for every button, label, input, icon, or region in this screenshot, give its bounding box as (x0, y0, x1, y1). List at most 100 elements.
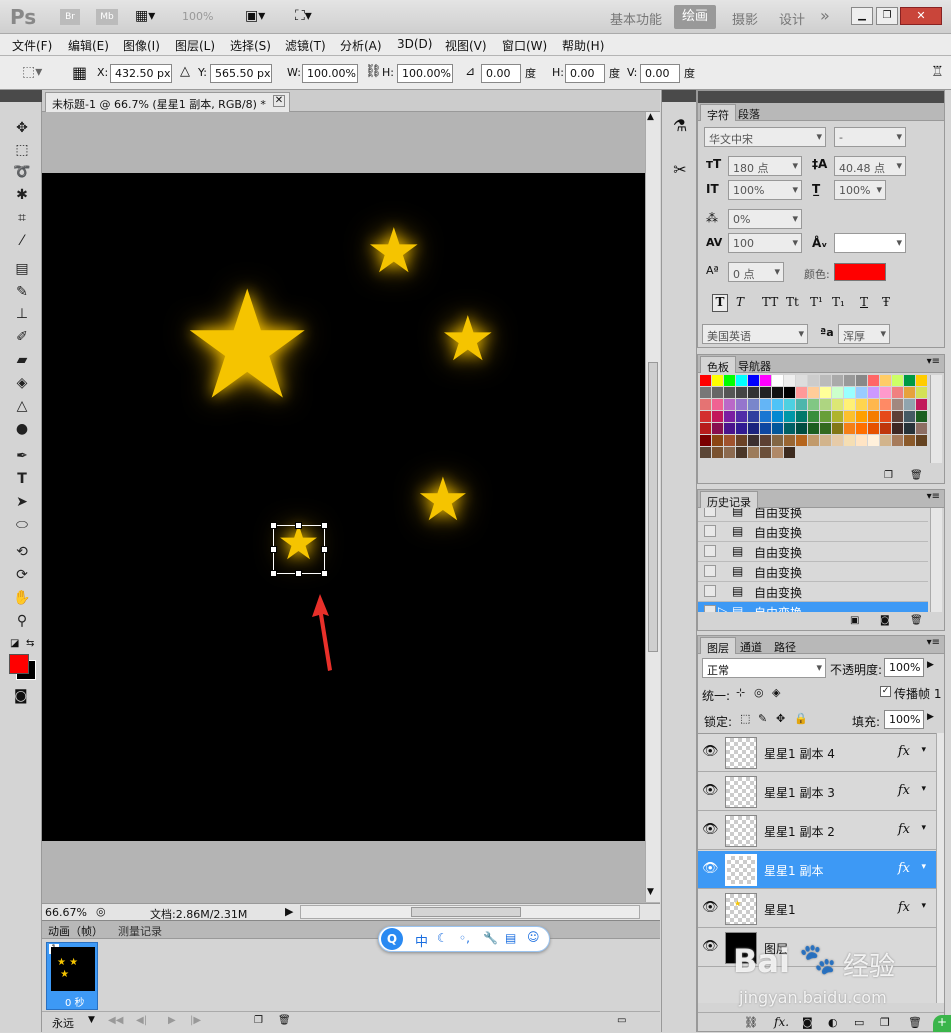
color-swatch[interactable] (868, 375, 879, 386)
color-swatch[interactable] (856, 399, 867, 410)
transform-handle[interactable] (295, 522, 302, 529)
color-swatch[interactable] (700, 435, 711, 446)
move-icon[interactable]: ✥ (10, 118, 34, 138)
color-swatch[interactable] (772, 399, 783, 410)
tab-layers[interactable]: 图层 (700, 637, 736, 655)
color-swatch[interactable] (820, 399, 831, 410)
color-swatch[interactable] (772, 447, 783, 458)
color-swatch[interactable] (724, 423, 735, 434)
color-swatch[interactable] (712, 375, 723, 386)
color-swatch[interactable] (880, 387, 891, 398)
brush-icon[interactable]: ✎ (10, 282, 34, 302)
clone-source-icon[interactable]: ✂ (668, 160, 692, 184)
vskew-field[interactable]: 0.00 (640, 64, 680, 83)
tab-channels[interactable]: 通道 (734, 637, 768, 654)
strikethrough-button[interactable]: Ŧ (882, 295, 890, 309)
propagate-checkbox[interactable]: ✓ (880, 686, 891, 697)
color-swatch[interactable] (904, 423, 915, 434)
delete-history-icon[interactable]: 🗑 (910, 615, 923, 626)
color-swatch[interactable] (904, 375, 915, 386)
hscroll-thumb[interactable] (411, 907, 521, 917)
color-swatch[interactable] (736, 387, 747, 398)
eyedropper-icon[interactable]: ⁄ (10, 231, 34, 251)
new-group-icon[interactable]: ▭ (854, 1016, 864, 1029)
color-swatch[interactable] (844, 423, 855, 434)
color-swatch[interactable] (844, 435, 855, 446)
color-swatch[interactable] (784, 411, 795, 422)
lasso-icon[interactable]: ➰ (10, 162, 34, 182)
x-field[interactable]: 432.50 px (110, 64, 172, 83)
color-swatch[interactable] (880, 423, 891, 434)
color-swatch[interactable] (916, 435, 927, 446)
horizontal-scrollbar[interactable] (300, 905, 640, 919)
color-swatch[interactable] (784, 423, 795, 434)
prev-frame-icon[interactable]: ◀| (136, 1015, 147, 1026)
color-swatch[interactable] (796, 435, 807, 446)
color-swatch[interactable] (856, 411, 867, 422)
ime-punct[interactable]: ◦, (459, 931, 470, 945)
layer-name[interactable]: 星星1 副本 (764, 862, 823, 879)
color-swatch[interactable] (856, 435, 867, 446)
hand-icon[interactable]: ✋ (10, 588, 34, 608)
fx-icon[interactable]: fx (898, 822, 910, 837)
color-swatch[interactable] (916, 423, 927, 434)
color-swatch[interactable] (724, 411, 735, 422)
vscale-field[interactable]: 100% (728, 180, 802, 200)
transform-handle[interactable] (270, 522, 277, 529)
visibility-eye-icon[interactable]: 👁 (702, 861, 719, 876)
screen-mode-icon[interactable]: ⛶▾ (295, 8, 312, 24)
fx-icon[interactable]: fx (898, 744, 910, 759)
fx-icon[interactable]: fx (898, 783, 910, 798)
color-swatch[interactable] (904, 435, 915, 446)
color-swatch[interactable] (700, 399, 711, 410)
color-swatch[interactable] (736, 423, 747, 434)
color-swatch[interactable] (832, 423, 843, 434)
history-item-selected[interactable]: ▷ ▤ 自由变换 (698, 602, 928, 612)
color-swatch[interactable] (796, 423, 807, 434)
color-swatch[interactable] (832, 399, 843, 410)
timeline-toggle-icon[interactable]: ▭ (617, 1015, 626, 1026)
eraser-icon[interactable]: ▰ (10, 350, 34, 370)
visibility-eye-icon[interactable]: 👁 (702, 744, 719, 759)
color-swatch[interactable] (796, 387, 807, 398)
fill-field[interactable]: 100% (884, 710, 924, 729)
color-swatch[interactable] (784, 387, 795, 398)
hskew-field[interactable]: 0.00 (565, 64, 605, 83)
color-swatch[interactable] (916, 375, 927, 386)
canvas[interactable]: ★ ★ ★ ★ ★ (42, 173, 645, 841)
menu-file[interactable]: 文件(F) (12, 37, 52, 54)
status-arrow-icon[interactable]: ▶ (285, 905, 293, 918)
next-frame-icon[interactable]: |▶ (190, 1015, 201, 1026)
unify-style-icon[interactable]: ◈ (772, 686, 780, 699)
new-swatch-icon[interactable]: ❐ (884, 470, 893, 481)
minibridge-badge[interactable]: Mb (96, 9, 118, 25)
color-swatch[interactable] (748, 411, 759, 422)
kerning-field[interactable] (834, 233, 906, 253)
workspace-design[interactable]: 设计 (779, 9, 805, 28)
expand-effects-icon[interactable]: ▾ (921, 901, 926, 911)
wrench-icon[interactable]: 🔧 (483, 931, 498, 945)
bridge-badge[interactable]: Br (60, 9, 80, 25)
transform-handle[interactable] (270, 546, 277, 553)
faux-bold-button[interactable]: T (712, 294, 728, 312)
color-swatch[interactable] (916, 387, 927, 398)
color-swatch[interactable] (820, 435, 831, 446)
close-tab-icon[interactable]: ✕ (273, 95, 285, 107)
color-swatch[interactable] (748, 423, 759, 434)
color-swatch[interactable] (772, 375, 783, 386)
color-swatch[interactable] (820, 387, 831, 398)
workspace-photo[interactable]: 摄影 (732, 9, 758, 28)
dodge-icon[interactable]: ● (10, 419, 34, 439)
color-swatch[interactable] (772, 411, 783, 422)
plus-badge-icon[interactable]: + (933, 1015, 951, 1032)
color-swatch[interactable] (700, 447, 711, 458)
lock-position-icon[interactable]: ✥ (776, 712, 785, 725)
path-select-icon[interactable]: ➤ (10, 492, 34, 512)
3d-orbit-icon[interactable]: ⟳ (10, 565, 34, 585)
h-field[interactable]: 100.00% (397, 64, 453, 83)
color-swatch[interactable] (880, 435, 891, 446)
color-swatch[interactable] (892, 435, 903, 446)
tab-character[interactable]: 字符 (700, 104, 736, 122)
history-item[interactable]: ▤ 自由变换 (698, 522, 928, 542)
document-tab[interactable]: 未标题-1 @ 66.7% (星星1 副本, RGB/8) * ✕ (45, 92, 290, 112)
